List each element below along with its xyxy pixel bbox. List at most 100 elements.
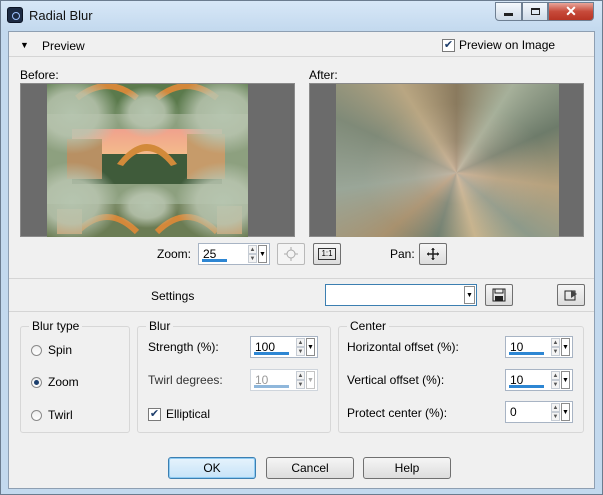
radio-spin-label: Spin	[48, 343, 73, 357]
vertical-offset-slider-fill[interactable]	[509, 385, 544, 388]
preview-divider	[9, 56, 594, 57]
blur-title: Blur	[146, 319, 174, 333]
spin-down-icon[interactable]: ▼	[248, 254, 257, 263]
preview-header-label: Preview	[42, 39, 85, 53]
elliptical-checkbox[interactable]: ✔ Elliptical	[148, 407, 210, 421]
twirl-dropdown-arrow[interactable]: ▼	[306, 371, 315, 389]
spin-up-icon[interactable]: ▲	[296, 338, 305, 347]
window-title: Radial Blur	[29, 8, 93, 23]
radio-zoom-circle[interactable]	[31, 376, 42, 388]
strength-dropdown-arrow[interactable]: ▼	[306, 338, 315, 356]
blur-type-group: Blur type Spin Zoom Twirl	[20, 319, 130, 433]
collapse-triangle-icon[interactable]: ▼	[20, 40, 29, 50]
settings-divider	[9, 278, 594, 279]
horizontal-offset-spinbox[interactable]: 10 ▲ ▼ ▼	[505, 336, 573, 358]
radio-spin[interactable]: Spin	[31, 343, 72, 357]
radio-spin-circle[interactable]	[31, 344, 42, 356]
preview-on-image-label: Preview on Image	[459, 38, 556, 52]
zoom-spinbox[interactable]: 25 ▲ ▼ ▼	[198, 243, 270, 265]
ok-button[interactable]: OK	[168, 457, 256, 479]
pan-button[interactable]	[419, 243, 447, 265]
horizontal-offset-stepper[interactable]: ▲ ▼	[551, 338, 560, 356]
center-title: Center	[347, 319, 390, 333]
save-disk-icon	[492, 288, 506, 302]
vertical-offset-stepper[interactable]: ▲ ▼	[551, 371, 560, 389]
radio-zoom[interactable]: Zoom	[31, 375, 79, 389]
vertical-offset-dropdown-arrow[interactable]: ▼	[561, 371, 570, 389]
zoom-stepper[interactable]: ▲ ▼	[248, 245, 257, 263]
maximize-icon	[530, 8, 540, 15]
radio-twirl-circle[interactable]	[31, 409, 42, 421]
spin-up-icon[interactable]: ▲	[551, 403, 560, 412]
spin-up-icon[interactable]: ▲	[296, 371, 305, 380]
strength-label: Strength (%):	[148, 340, 219, 354]
zoom-label: Zoom:	[157, 247, 192, 261]
options-divider	[9, 311, 594, 312]
close-button[interactable]: ✕	[548, 2, 594, 21]
reset-preset-button[interactable]	[557, 284, 585, 306]
vertical-offset-spinbox[interactable]: 10 ▲ ▼ ▼	[505, 369, 573, 391]
twirl-degrees-label: Twirl degrees:	[148, 373, 223, 387]
zoom-fit-icon	[284, 247, 298, 261]
save-preset-button[interactable]	[485, 284, 513, 306]
preset-reset-icon	[564, 290, 577, 301]
protect-center-value: 0	[510, 405, 517, 419]
radial-blur-dialog: Radial Blur ✕ ▼ Preview ✔ Preview on Ima…	[0, 0, 603, 495]
protect-center-label: Protect center (%):	[347, 406, 448, 420]
spin-down-icon[interactable]: ▼	[296, 380, 305, 389]
help-button[interactable]: Help	[363, 457, 451, 479]
radio-zoom-label: Zoom	[48, 375, 79, 389]
move-cross-icon	[427, 248, 439, 260]
radio-twirl-label: Twirl	[48, 408, 73, 422]
center-group: Center Horizontal offset (%): 10 ▲ ▼ ▼ Ve…	[338, 319, 584, 433]
dialog-client-area: ▼ Preview ✔ Preview on Image Before: Aft…	[8, 31, 595, 489]
spin-up-icon[interactable]: ▲	[248, 245, 257, 254]
settings-preset-combo[interactable]: ▼	[325, 284, 477, 306]
spin-up-icon[interactable]: ▲	[551, 371, 560, 380]
blur-type-title: Blur type	[29, 319, 83, 333]
protect-center-dropdown-arrow[interactable]: ▼	[561, 403, 570, 421]
before-preview-panel[interactable]	[20, 83, 295, 237]
one-to-one-icon: 1:1	[318, 248, 336, 260]
after-image-glow	[336, 84, 559, 237]
preview-on-image-checkbox[interactable]: ✔ Preview on Image	[442, 38, 555, 52]
combo-dropdown-arrow[interactable]: ▼	[464, 286, 475, 304]
zoom-slider-fill[interactable]	[202, 259, 227, 262]
zoom-1-to-1-button[interactable]: 1:1	[313, 243, 341, 265]
twirl-stepper[interactable]: ▲ ▼	[296, 371, 305, 389]
settings-label: Settings	[151, 289, 195, 303]
horizontal-offset-dropdown-arrow[interactable]: ▼	[561, 338, 570, 356]
close-icon: ✕	[565, 3, 577, 19]
strength-slider-fill[interactable]	[254, 352, 289, 355]
after-preview-panel[interactable]	[309, 83, 584, 237]
radio-twirl[interactable]: Twirl	[31, 408, 73, 422]
spin-down-icon[interactable]: ▼	[551, 380, 560, 389]
zoom-dropdown-arrow[interactable]: ▼	[258, 245, 267, 263]
before-image	[47, 84, 248, 237]
strength-spinbox[interactable]: 100 ▲ ▼ ▼	[250, 336, 318, 358]
twirl-degrees-spinbox[interactable]: 10 ▲ ▼ ▼	[250, 369, 318, 391]
pan-label: Pan:	[390, 247, 415, 261]
maximize-button[interactable]	[522, 2, 548, 21]
spin-down-icon[interactable]: ▼	[296, 347, 305, 356]
title-bar[interactable]: Radial Blur ✕	[1, 1, 602, 31]
blur-group: Blur Strength (%): 100 ▲ ▼ ▼ Twirl degree…	[137, 319, 331, 433]
spin-down-icon[interactable]: ▼	[551, 412, 560, 421]
spin-down-icon[interactable]: ▼	[551, 347, 560, 356]
before-label: Before:	[20, 68, 59, 82]
preview-on-image-check-box[interactable]: ✔	[442, 38, 455, 52]
cancel-button[interactable]: Cancel	[266, 457, 354, 479]
paintshop-app-icon	[7, 7, 23, 23]
elliptical-label: Elliptical	[166, 407, 211, 421]
elliptical-check-box[interactable]: ✔	[148, 407, 161, 421]
spin-up-icon[interactable]: ▲	[551, 338, 560, 347]
strength-stepper[interactable]: ▲ ▼	[296, 338, 305, 356]
horizontal-offset-slider-fill[interactable]	[509, 352, 544, 355]
zoom-fit-button[interactable]	[277, 243, 305, 265]
minimize-button[interactable]	[495, 2, 522, 21]
twirl-slider-fill[interactable]	[254, 385, 289, 388]
after-label: After:	[309, 68, 338, 82]
protect-center-spinbox[interactable]: 0 ▲ ▼ ▼	[505, 401, 573, 423]
protect-center-stepper[interactable]: ▲ ▼	[551, 403, 560, 421]
minimize-icon	[504, 13, 513, 16]
